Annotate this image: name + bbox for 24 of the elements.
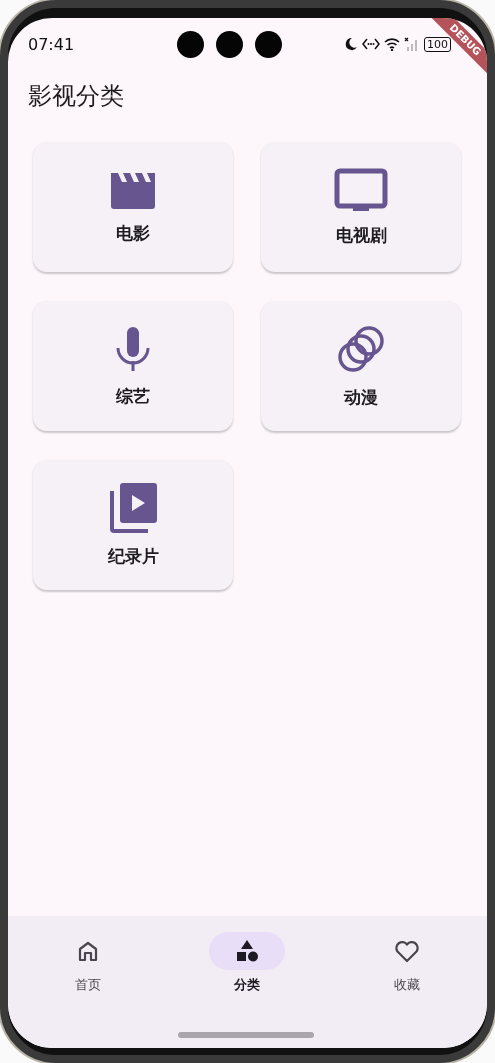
battery-level: 100 (424, 36, 451, 52)
video-library-icon (108, 482, 158, 533)
moon-icon (344, 37, 358, 51)
heart-icon (394, 939, 421, 963)
nav-tab[interactable]: 分类 (197, 932, 298, 1002)
nav-tab[interactable]: 收藏 (357, 932, 458, 1002)
code-icon (362, 38, 380, 50)
camera-icon (176, 30, 204, 58)
microphone-icon (115, 324, 151, 373)
signal-icon (404, 37, 420, 51)
tv-icon (334, 167, 388, 212)
category-card[interactable]: 电视剧 (261, 142, 461, 272)
category-card[interactable]: 综艺 (33, 301, 233, 431)
category-card[interactable]: 纪录片 (33, 460, 233, 590)
status-time: 07:41 (28, 34, 75, 54)
category-card[interactable]: 电影 (33, 142, 233, 272)
camera-icon (254, 30, 282, 58)
rings-icon (336, 323, 386, 374)
camera-icon (215, 30, 243, 58)
nav-tab[interactable]: 首页 (37, 932, 138, 1002)
shapes-icon (234, 938, 261, 964)
page-title: 影视分类 (28, 81, 125, 112)
wifi-icon (384, 37, 400, 51)
category-card[interactable]: 动漫 (261, 301, 461, 431)
